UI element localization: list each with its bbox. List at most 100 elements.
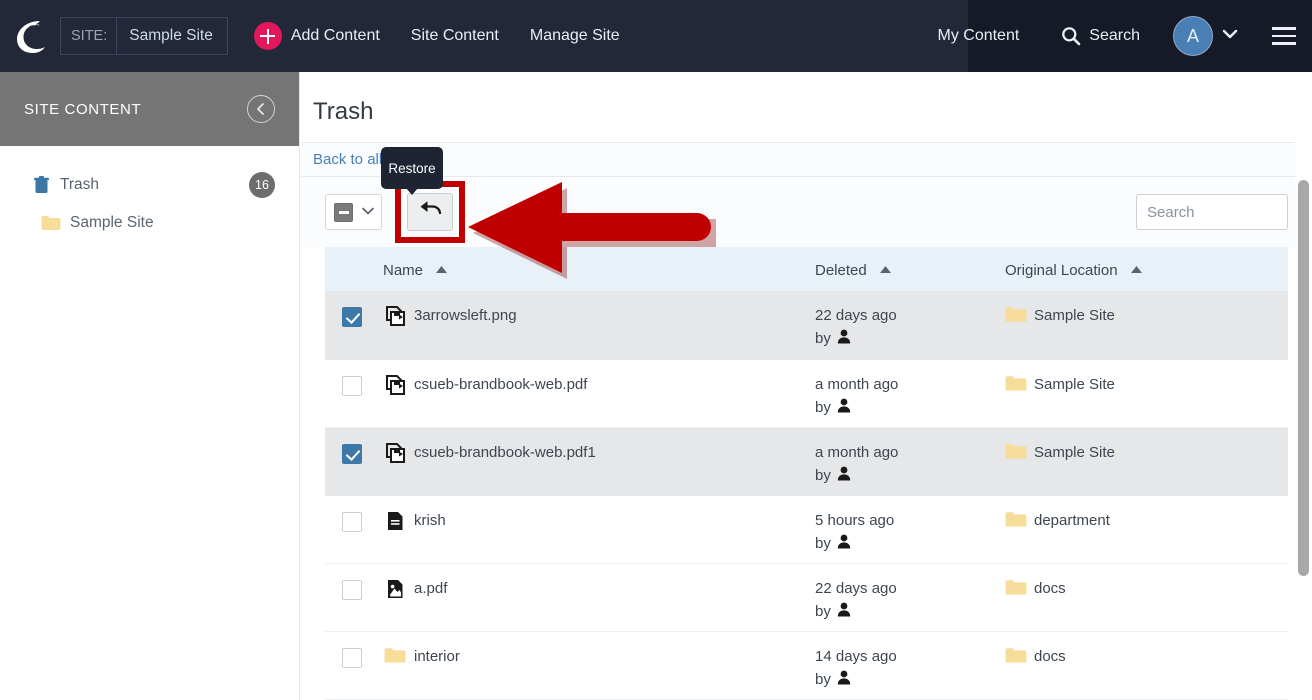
hamburger-menu-icon[interactable] (1272, 27, 1296, 45)
hamburger-bar (1272, 42, 1296, 45)
hamburger-bar (1272, 27, 1296, 30)
table-row[interactable]: csueb-brandbook-web.pdf1 a month ago by Sam… (325, 427, 1288, 495)
folder-icon (40, 215, 62, 231)
row-deleted-cell: 22 days ago by (815, 291, 1005, 359)
col-deleted-label: Deleted (815, 261, 867, 279)
row-name-label[interactable]: csueb-brandbook-web.pdf (414, 375, 587, 395)
nav-my-content[interactable]: My Content (937, 27, 1019, 45)
row-deleted-cell: 14 days ago by (815, 631, 1005, 699)
row-location-cell: Sample Site (1005, 359, 1288, 427)
site-selector[interactable]: SITE: Sample Site (60, 17, 228, 55)
folder-icon (1005, 647, 1027, 668)
row-name-cell: csueb-brandbook-web.pdf1 (383, 427, 815, 495)
col-name[interactable]: Name (383, 247, 815, 291)
row-deleted-by-label: by (815, 398, 831, 416)
nav-manage-site[interactable]: Manage Site (530, 27, 620, 45)
sidebar-title: SITE CONTENT (24, 100, 142, 118)
table-row[interactable]: 3arrowsleft.png 22 days ago by Sample Site (325, 291, 1288, 359)
chevron-down-icon[interactable] (1222, 27, 1238, 45)
sidebar: SITE CONTENT Trash 16 Sample Site (0, 72, 300, 700)
row-location-label[interactable]: department (1034, 511, 1110, 531)
add-content-button[interactable]: Add Content (253, 22, 380, 50)
add-content-label: Add Content (290, 27, 380, 44)
row-deleted-cell: 5 hours ago by (815, 495, 1005, 563)
row-name-label[interactable]: a.pdf (414, 579, 447, 599)
row-location-cell: docs (1005, 631, 1288, 699)
row-checkbox[interactable] (342, 307, 362, 327)
row-name-label[interactable]: 3arrowsleft.png (414, 306, 517, 326)
sort-ascending-icon (1130, 260, 1142, 277)
row-location-label[interactable]: Sample Site (1034, 443, 1115, 463)
folder-icon (1005, 443, 1027, 464)
row-deleted-by-label: by (815, 330, 831, 347)
scrollbar-thumb[interactable] (1298, 180, 1309, 576)
trash-count-badge: 16 (249, 172, 275, 198)
table-row[interactable]: a.pdf 22 days ago by docs (325, 563, 1288, 631)
row-deleted-when: a month ago (815, 375, 899, 393)
row-location-label[interactable]: docs (1034, 579, 1066, 599)
nav-site-content[interactable]: Site Content (411, 27, 499, 45)
col-name-label: Name (383, 261, 424, 279)
row-select-cell (325, 291, 383, 359)
table-row[interactable]: krish 5 hours ago by department (325, 495, 1288, 563)
select-all-dropdown[interactable] (325, 194, 382, 230)
search-label: Search (1089, 27, 1140, 44)
user-icon (837, 466, 851, 485)
row-checkbox[interactable] (342, 511, 362, 532)
tooltip-text: Restore (388, 160, 436, 176)
sidebar-item-label: Sample Site (70, 214, 154, 231)
table-row[interactable]: csueb-brandbook-web.pdf a month ago by Samp… (325, 359, 1288, 427)
main-content: Trash Back to all Search Name Deleted Or… (301, 72, 1312, 700)
search-icon (1061, 26, 1081, 46)
vertical-scrollbar[interactable] (1295, 72, 1312, 700)
table-header: Name Deleted Original Location (325, 247, 1288, 291)
restore-button[interactable] (407, 193, 453, 231)
row-deleted-when: 5 hours ago (815, 511, 895, 529)
row-location-cell: Sample Site (1005, 291, 1288, 359)
sidebar-item-sample-site[interactable]: Sample Site (0, 204, 299, 242)
sidebar-item-label: Trash (60, 176, 100, 193)
row-select-cell (325, 495, 383, 563)
sidebar-header: SITE CONTENT (0, 72, 299, 146)
breadcrumb: Back to all (301, 142, 1312, 177)
row-name-label[interactable]: krish (414, 511, 446, 531)
restore-tooltip: Restore (381, 147, 443, 195)
row-deleted-cell: a month ago by (815, 427, 1005, 495)
table-row[interactable]: interior 14 days ago by docs (325, 631, 1288, 699)
row-checkbox[interactable] (342, 579, 362, 600)
row-deleted-by-label: by (815, 534, 831, 552)
row-checkbox[interactable] (342, 375, 362, 396)
row-select-cell (325, 427, 383, 495)
trash-table: Name Deleted Original Location 3arrowsle… (325, 247, 1288, 700)
row-deleted-by-label: by (815, 466, 831, 484)
row-location-label[interactable]: Sample Site (1034, 306, 1115, 326)
row-deleted-cell: 22 days ago by (815, 563, 1005, 631)
select-all-checkbox-indeterminate[interactable] (334, 202, 353, 222)
row-location-label[interactable]: docs (1034, 647, 1066, 667)
row-checkbox[interactable] (342, 647, 362, 668)
row-name-label[interactable]: interior (414, 647, 460, 667)
row-deleted-by-label: by (815, 670, 831, 688)
row-location-label[interactable]: Sample Site (1034, 375, 1115, 395)
site-value[interactable]: Sample Site (117, 18, 227, 54)
row-checkbox[interactable] (342, 443, 362, 464)
chevron-down-icon[interactable] (361, 203, 375, 221)
crescent-logo-icon[interactable] (0, 17, 62, 55)
table-toolbar (301, 177, 1312, 247)
row-location-cell: Sample Site (1005, 427, 1288, 495)
search-input[interactable] (1136, 194, 1288, 230)
col-deleted[interactable]: Deleted (815, 247, 1005, 291)
avatar[interactable]: A (1173, 16, 1213, 56)
folder-icon (383, 647, 407, 664)
sidebar-item-trash[interactable]: Trash 16 (0, 166, 299, 204)
trash-icon (30, 176, 52, 194)
sidebar-collapse-button[interactable] (247, 95, 275, 123)
col-original-location[interactable]: Original Location (1005, 247, 1288, 291)
global-search-button[interactable]: Search (1061, 26, 1140, 46)
folder-icon (1005, 511, 1027, 532)
pdf-file-icon (383, 579, 407, 599)
image-file-icon (383, 442, 407, 463)
back-to-all-link[interactable]: Back to all (313, 151, 382, 168)
row-name-label[interactable]: csueb-brandbook-web.pdf1 (414, 443, 596, 463)
top-navigation-bar: SITE: Sample Site Add Content Site Conte… (0, 0, 1312, 72)
